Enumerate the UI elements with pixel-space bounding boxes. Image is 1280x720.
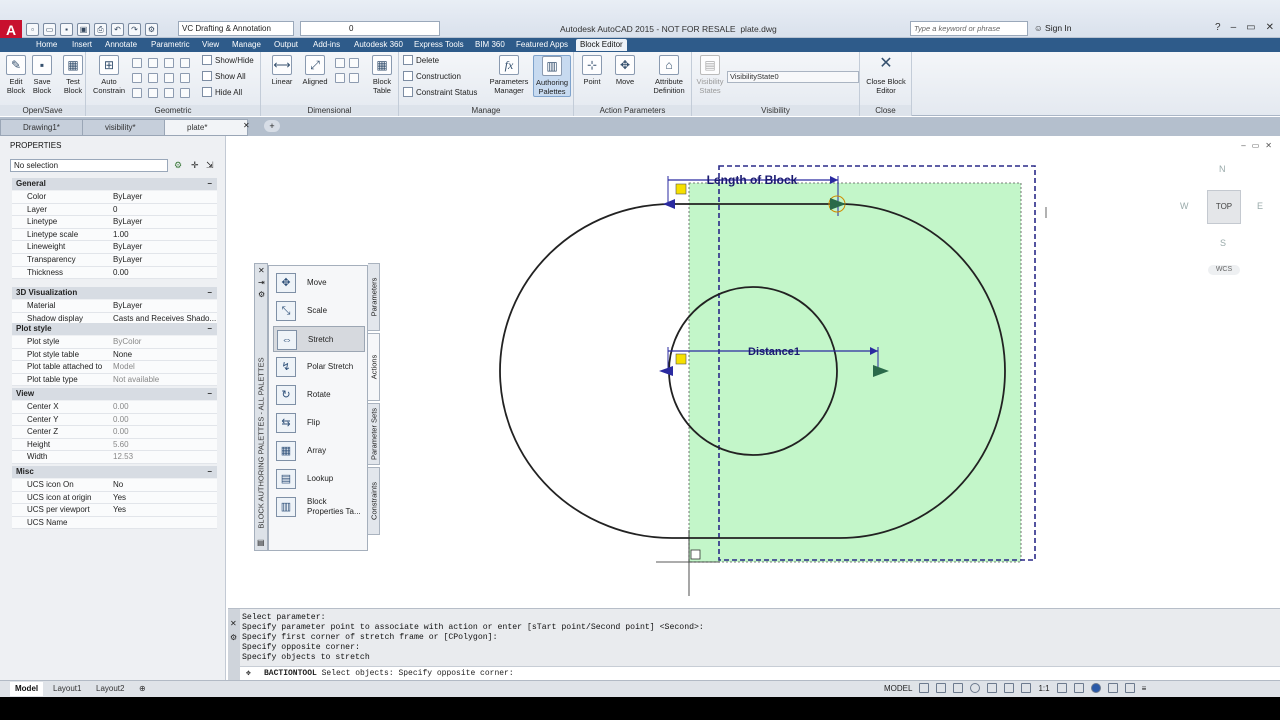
viewcube-south[interactable]: S xyxy=(1220,238,1226,248)
palette-title: BLOCK AUTHORING PALETTES - ALL PALETTES xyxy=(254,263,268,551)
model-tab[interactable]: Model xyxy=(10,682,44,696)
command-controls: ✕ ⚙ xyxy=(228,609,240,681)
scale-icon: ⤡ xyxy=(276,301,296,321)
snap-icon[interactable] xyxy=(936,683,947,693)
block-properties-table-icon: ▥ xyxy=(276,497,296,517)
palette-item-block-properties-table[interactable]: ▥ Block Properties Ta... xyxy=(273,494,365,520)
viewcube-north[interactable]: N xyxy=(1219,164,1226,174)
flip-icon: ⇆ xyxy=(276,413,296,433)
palette-item-rotate[interactable]: ↻ Rotate xyxy=(273,382,365,408)
palette-tab-actions[interactable]: Actions xyxy=(368,333,380,401)
hardware-acceleration-icon[interactable] xyxy=(1107,683,1118,693)
add-layout-icon[interactable]: ⊕ xyxy=(134,682,151,696)
command-window: ✕ ⚙ Select parameter: Specify parameter … xyxy=(228,608,1280,681)
palette-item-scale[interactable]: ⤡ Scale xyxy=(273,298,365,324)
selection-cycling-icon[interactable] xyxy=(1004,683,1015,693)
block-authoring-palette: ✕ ⇥ ⚙ ▤ BLOCK AUTHORING PALETTES - ALL P… xyxy=(254,263,380,551)
palette-tab-constraints[interactable]: Constraints xyxy=(368,467,380,535)
ortho-icon[interactable] xyxy=(953,683,964,693)
command-input[interactable]: ✥ BACTIONTOOL Select objects: Specify op… xyxy=(240,666,1280,680)
lookup-icon: ▤ xyxy=(276,469,296,489)
stretch-action-icon[interactable] xyxy=(690,549,701,560)
viewcube-west[interactable]: W xyxy=(1180,201,1189,211)
autocad-window: A ▫ ▭ ▪ ▣ ⎙ ↶ ↷ ⚙ VC Drafting & Annotati… xyxy=(0,0,1280,720)
warning-icon-2[interactable] xyxy=(675,353,687,365)
wcs-dropdown[interactable]: WCS xyxy=(1208,265,1240,275)
distance-grip-left-icon[interactable] xyxy=(659,366,673,376)
command-name: BACTIONTOOL xyxy=(264,669,317,678)
palette-item-polar-stretch[interactable]: ↯ Polar Stretch xyxy=(273,354,365,380)
palette-item-scale-label: Scale xyxy=(307,306,328,315)
move-icon: ✥ xyxy=(276,273,296,293)
palette-tab-parameters-label: Parameters xyxy=(369,277,378,317)
model-space-button[interactable]: MODEL xyxy=(884,684,912,693)
stretch-frame-highlight xyxy=(689,183,1021,562)
clean-screen-icon[interactable] xyxy=(1124,683,1135,693)
palette-item-block-properties-label: Block Properties Ta... xyxy=(307,497,361,516)
palette-item-rotate-label: Rotate xyxy=(307,390,331,399)
palette-tabs: Parameters Actions Parameter Sets Constr… xyxy=(368,263,380,551)
command-history-line: Specify objects to stretch xyxy=(242,653,370,663)
palette-tab-constraints-label: Constraints xyxy=(369,482,378,520)
array-icon: ▦ xyxy=(276,441,296,461)
object-snap-icon[interactable] xyxy=(987,683,998,693)
palette-item-move[interactable]: ✥ Move xyxy=(273,270,365,296)
annotation-scale-button[interactable]: 1:1 xyxy=(1038,684,1049,693)
palette-body: ✥ Move ⤡ Scale ⇔ Stretch ↯ Polar Stretch ↻ Ro… xyxy=(268,265,368,551)
command-prompt-text: Select objects: Specify opposite corner: xyxy=(321,669,514,678)
palette-item-stretch-label: Stretch xyxy=(308,335,334,344)
palette-tab-parameters[interactable]: Parameters xyxy=(368,263,380,331)
palette-item-array-label: Array xyxy=(307,446,327,455)
length-parameter-label: Length of Block xyxy=(707,173,798,187)
command-close-icon[interactable]: ✕ xyxy=(230,619,237,628)
status-bar: Model Layout1 Layout2 ⊕ MODEL 1:1 ≡ xyxy=(0,680,1280,697)
viewcube-east[interactable]: E xyxy=(1257,201,1263,211)
customization-menu-icon[interactable]: ≡ xyxy=(1142,684,1147,693)
palette-tab-parameter-sets[interactable]: Parameter Sets xyxy=(368,403,380,465)
isolate-objects-icon[interactable] xyxy=(1090,683,1101,693)
palette-tab-parameter-sets-label: Parameter Sets xyxy=(369,407,378,461)
stretch-icon: ⇔ xyxy=(277,330,297,350)
palette-item-lookup[interactable]: ▤ Lookup xyxy=(273,466,365,492)
palette-item-polar-stretch-label: Polar Stretch xyxy=(307,362,354,371)
palette-item-array[interactable]: ▦ Array xyxy=(273,438,365,464)
command-history-line: Specify opposite corner: xyxy=(242,643,360,653)
viewcube-top[interactable]: TOP xyxy=(1207,190,1241,224)
palette-item-move-label: Move xyxy=(307,278,327,287)
palette-item-stretch[interactable]: ⇔ Stretch xyxy=(273,326,365,352)
command-history-line: Specify parameter point to associate wit… xyxy=(242,623,704,633)
palette-item-flip-label: Flip xyxy=(307,418,320,427)
command-prompt-icon: ✥ xyxy=(246,669,251,678)
layout1-tab[interactable]: Layout1 xyxy=(48,682,86,696)
workspace-switching-icon[interactable] xyxy=(1056,683,1067,693)
command-history: Select parameter: Specify parameter poin… xyxy=(242,613,704,663)
palette-item-flip[interactable]: ⇆ Flip xyxy=(273,410,365,436)
palette-tab-actions-label: Actions xyxy=(369,354,378,380)
polar-stretch-icon: ↯ xyxy=(276,357,296,377)
command-settings-icon[interactable]: ⚙ xyxy=(230,633,237,642)
command-history-line: Select parameter: xyxy=(242,613,326,622)
annotation-visibility-icon[interactable] xyxy=(1021,683,1032,693)
grid-icon[interactable] xyxy=(919,683,930,693)
status-tools: MODEL 1:1 ≡ xyxy=(884,683,1146,693)
palette-item-lookup-label: Lookup xyxy=(307,474,334,483)
warning-icon[interactable] xyxy=(675,183,687,195)
length-grip-left-icon[interactable] xyxy=(663,199,675,209)
layout2-tab[interactable]: Layout2 xyxy=(91,682,129,696)
palette-title-text: BLOCK AUTHORING PALETTES - ALL PALETTES xyxy=(256,357,266,529)
distance-parameter-label: Distance1 xyxy=(748,346,800,358)
rotate-icon: ↻ xyxy=(276,385,296,405)
command-history-line: Specify first corner of stretch frame or… xyxy=(242,633,498,643)
video-bottom-bar xyxy=(0,697,1280,720)
annotation-monitor-icon[interactable] xyxy=(1073,683,1084,693)
polar-tracking-icon[interactable] xyxy=(970,683,981,693)
